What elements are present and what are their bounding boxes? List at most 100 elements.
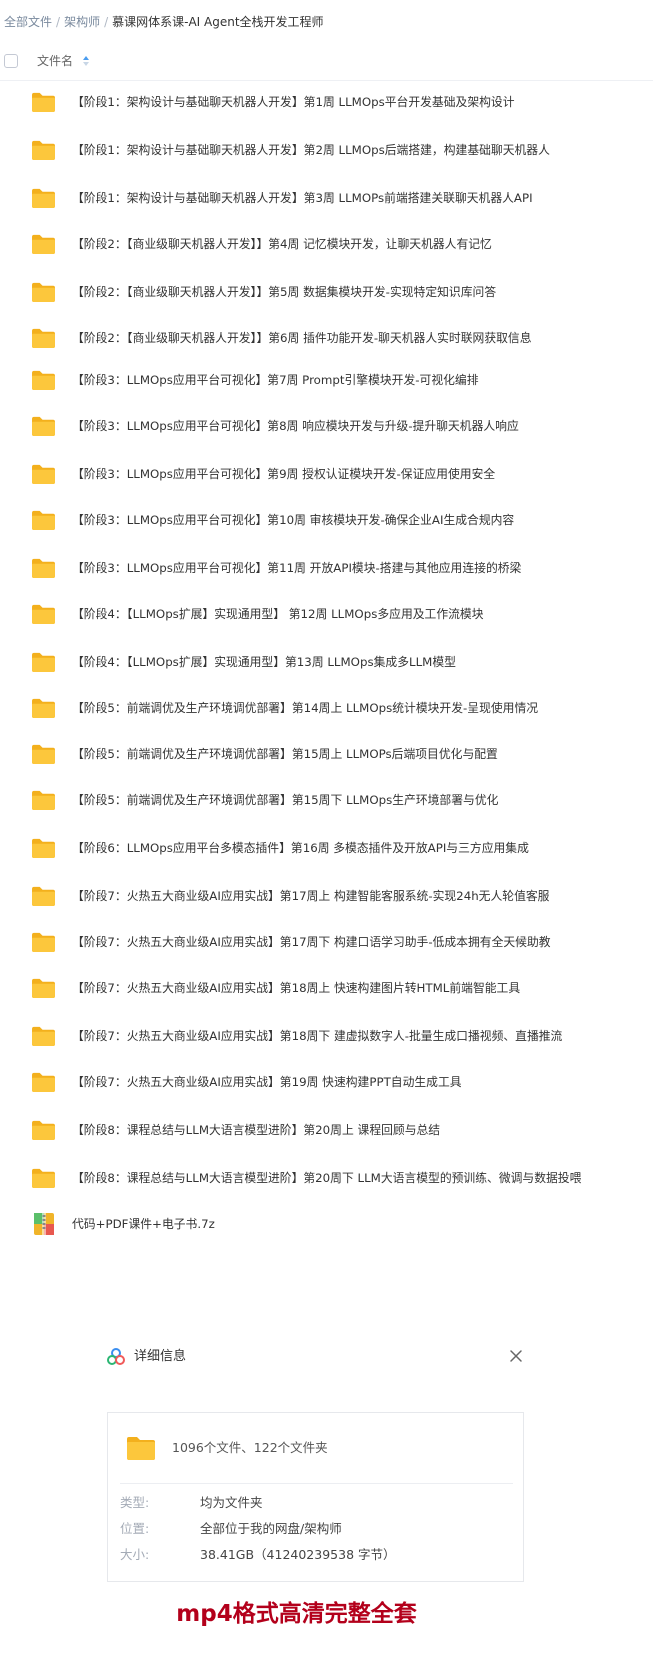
folder-row[interactable]: 【阶段2：【商业级聊天机器人开发】】第5周 数据集模块开发-实现特定知识库问答 bbox=[0, 274, 653, 310]
folder-name[interactable]: 【阶段2：【商业级聊天机器人开发】】第5周 数据集模块开发-实现特定知识库问答 bbox=[72, 283, 496, 301]
folder-row[interactable]: 【阶段7：火热五大商业级AI应用实战】第17周上 构建智能客服系统-实现24h无… bbox=[0, 878, 653, 914]
breadcrumb-separator: / bbox=[56, 15, 61, 29]
folder-icon bbox=[32, 604, 55, 625]
folder-name[interactable]: 【阶段2：【商业级聊天机器人开发】】第4周 记忆模块开发，让聊天机器人有记忆 bbox=[72, 235, 492, 253]
breadcrumb-current: 慕课网体系课-AI Agent全栈开发工程师 bbox=[112, 15, 324, 29]
folder-row[interactable]: 【阶段7：火热五大商业级AI应用实战】第17周下 构建口语学习助手-低成本拥有全… bbox=[0, 924, 653, 960]
folder-row[interactable]: 【阶段3：LLMOps应用平台可视化】第8周 响应模块开发与升级-提升聊天机器人… bbox=[0, 408, 653, 444]
folder-name[interactable]: 【阶段7：火热五大商业级AI应用实战】第18周下 建虚拟数字人-批量生成口播视频… bbox=[72, 1027, 562, 1045]
folder-name[interactable]: 【阶段4：【LLMOps扩展】实现通用型】 第12周 LLMOps多应用及工作流… bbox=[72, 605, 484, 623]
folder-icon bbox=[32, 1026, 55, 1047]
folder-name[interactable]: 【阶段7：火热五大商业级AI应用实战】第17周下 构建口语学习助手-低成本拥有全… bbox=[72, 933, 551, 951]
size-value: 38.41GB（41240239538 字节） bbox=[200, 1547, 396, 1562]
folder-name[interactable]: 【阶段5：前端调优及生产环境调优部署】第15周下 LLMOps生产环境部署与优化 bbox=[72, 791, 498, 809]
folder-row[interactable]: 【阶段3：LLMOps应用平台可视化】第7周 Prompt引擎模块开发-可视化编… bbox=[0, 362, 653, 398]
folder-name[interactable]: 【阶段5：前端调优及生产环境调优部署】第15周上 LLMOPs后端项目优化与配置 bbox=[72, 745, 498, 763]
column-header-filename[interactable]: 文件名 bbox=[37, 52, 73, 70]
folder-icon bbox=[32, 92, 55, 113]
folder-row[interactable]: 【阶段6：LLMOps应用平台多模态插件】第16周 多模态插件及开放API与三方… bbox=[0, 830, 653, 866]
size-label: 大小: bbox=[120, 1547, 150, 1562]
archive-file-icon bbox=[34, 1213, 54, 1235]
divider bbox=[120, 1483, 513, 1484]
details-summary: 1096个文件、122个文件夹 bbox=[172, 1440, 328, 1455]
folder-row[interactable]: 【阶段1：架构设计与基础聊天机器人开发】第2周 LLMOps后端搭建，构建基础聊… bbox=[0, 132, 653, 168]
details-title: 详细信息 bbox=[134, 1349, 187, 1364]
folder-icon bbox=[32, 140, 55, 161]
folder-icon bbox=[32, 744, 55, 765]
folder-icon bbox=[32, 282, 55, 303]
folder-row[interactable]: 【阶段8：课程总结与LLM大语言模型进阶】第20周下 LLM大语言模型的预训练、… bbox=[0, 1160, 653, 1196]
folder-icon bbox=[32, 652, 55, 673]
details-panel-header: 详细信息 bbox=[100, 1342, 530, 1372]
folder-row[interactable]: 【阶段2：【商业级聊天机器人开发】】第6周 插件功能开发-聊天机器人实时联网获取… bbox=[0, 320, 653, 356]
folder-row[interactable]: 【阶段4：【LLMOps扩展】实现通用型】 第12周 LLMOps多应用及工作流… bbox=[0, 596, 653, 632]
folder-icon bbox=[32, 978, 55, 999]
folder-row[interactable]: 【阶段4：【LLMOps扩展】实现通用型】第13周 LLMOps集成多LLM模型 bbox=[0, 644, 653, 680]
folder-icon bbox=[32, 464, 55, 485]
folder-name[interactable]: 【阶段2：【商业级聊天机器人开发】】第6周 插件功能开发-聊天机器人实时联网获取… bbox=[72, 329, 532, 347]
folder-name[interactable]: 【阶段8：课程总结与LLM大语言模型进阶】第20周下 LLM大语言模型的预训练、… bbox=[72, 1169, 581, 1187]
folder-row[interactable]: 【阶段2：【商业级聊天机器人开发】】第4周 记忆模块开发，让聊天机器人有记忆 bbox=[0, 226, 653, 262]
folder-icon bbox=[32, 1072, 55, 1093]
file-name[interactable]: 代码+PDF课件+电子书.7z bbox=[72, 1215, 215, 1233]
folder-row[interactable]: 【阶段7：火热五大商业级AI应用实战】第18周下 建虚拟数字人-批量生成口播视频… bbox=[0, 1018, 653, 1054]
breadcrumb: 全部文件 / 架构师 / 慕课网体系课-AI Agent全栈开发工程师 bbox=[4, 12, 324, 32]
folder-row[interactable]: 【阶段8：课程总结与LLM大语言模型进阶】第20周上 课程回顾与总结 bbox=[0, 1112, 653, 1148]
promo-caption: mp4格式高清完整全套 bbox=[176, 1601, 417, 1627]
folder-row[interactable]: 【阶段3：LLMOps应用平台可视化】第11周 开放API模块-搭建与其他应用连… bbox=[0, 550, 653, 586]
folder-name[interactable]: 【阶段8：课程总结与LLM大语言模型进阶】第20周上 课程回顾与总结 bbox=[72, 1121, 440, 1139]
file-row[interactable]: 代码+PDF课件+电子书.7z bbox=[0, 1206, 653, 1242]
folder-icon bbox=[32, 234, 55, 255]
folder-name[interactable]: 【阶段6：LLMOps应用平台多模态插件】第16周 多模态插件及开放API与三方… bbox=[72, 839, 529, 857]
type-label: 类型: bbox=[120, 1495, 150, 1510]
location-value: 全部位于我的网盘/架构师 bbox=[200, 1521, 342, 1536]
folder-icon bbox=[32, 698, 55, 719]
folder-icon bbox=[32, 1120, 55, 1141]
folder-icon bbox=[127, 1437, 155, 1460]
folder-name[interactable]: 【阶段3：LLMOps应用平台可视化】第11周 开放API模块-搭建与其他应用连… bbox=[72, 559, 521, 577]
folder-name[interactable]: 【阶段3：LLMOps应用平台可视化】第10周 审核模块开发-确保企业AI生成合… bbox=[72, 511, 514, 529]
folder-name[interactable]: 【阶段7：火热五大商业级AI应用实战】第18周上 快速构建图片转HTML前端智能… bbox=[72, 979, 520, 997]
breadcrumb-item-all-files[interactable]: 全部文件 bbox=[4, 15, 52, 29]
folder-icon bbox=[32, 838, 55, 859]
folder-row[interactable]: 【阶段3：LLMOps应用平台可视化】第9周 授权认证模块开发-保证应用使用安全 bbox=[0, 456, 653, 492]
folder-row[interactable]: 【阶段5：前端调优及生产环境调优部署】第15周下 LLMOps生产环境部署与优化 bbox=[0, 782, 653, 818]
folder-row[interactable]: 【阶段1：架构设计与基础聊天机器人开发】第3周 LLMOPs前端搭建关联聊天机器… bbox=[0, 180, 653, 216]
folder-name[interactable]: 【阶段7：火热五大商业级AI应用实战】第17周上 构建智能客服系统-实现24h无… bbox=[72, 887, 549, 905]
select-all-checkbox[interactable] bbox=[4, 54, 18, 68]
folder-icon bbox=[32, 188, 55, 209]
cloud-logo-icon bbox=[107, 1348, 125, 1365]
details-card: 1096个文件、122个文件夹 类型: 均为文件夹 位置: 全部位于我的网盘/架… bbox=[107, 1412, 524, 1582]
folder-row[interactable]: 【阶段5：前端调优及生产环境调优部署】第14周上 LLMOps统计模块开发-呈现… bbox=[0, 690, 653, 726]
folder-icon bbox=[32, 886, 55, 907]
folder-row[interactable]: 【阶段3：LLMOps应用平台可视化】第10周 审核模块开发-确保企业AI生成合… bbox=[0, 502, 653, 538]
folder-name[interactable]: 【阶段1：架构设计与基础聊天机器人开发】第1周 LLMOps平台开发基础及架构设… bbox=[72, 93, 515, 111]
sort-icon[interactable] bbox=[82, 53, 90, 69]
folder-row[interactable]: 【阶段5：前端调优及生产环境调优部署】第15周上 LLMOPs后端项目优化与配置 bbox=[0, 736, 653, 772]
folder-icon bbox=[32, 790, 55, 811]
type-value: 均为文件夹 bbox=[200, 1495, 263, 1510]
folder-name[interactable]: 【阶段7：火热五大商业级AI应用实战】第19周 快速构建PPT自动生成工具 bbox=[72, 1073, 462, 1091]
folder-name[interactable]: 【阶段3：LLMOps应用平台可视化】第8周 响应模块开发与升级-提升聊天机器人… bbox=[72, 417, 519, 435]
folder-name[interactable]: 【阶段5：前端调优及生产环境调优部署】第14周上 LLMOps统计模块开发-呈现… bbox=[72, 699, 538, 717]
folder-icon bbox=[32, 370, 55, 391]
location-label: 位置: bbox=[120, 1521, 150, 1536]
folder-icon bbox=[32, 1168, 55, 1189]
folder-row[interactable]: 【阶段7：火热五大商业级AI应用实战】第18周上 快速构建图片转HTML前端智能… bbox=[0, 970, 653, 1006]
folder-row[interactable]: 【阶段1：架构设计与基础聊天机器人开发】第1周 LLMOps平台开发基础及架构设… bbox=[0, 84, 653, 120]
breadcrumb-separator: / bbox=[104, 15, 109, 29]
breadcrumb-item-architect[interactable]: 架构师 bbox=[64, 15, 100, 29]
folder-row[interactable]: 【阶段7：火热五大商业级AI应用实战】第19周 快速构建PPT自动生成工具 bbox=[0, 1064, 653, 1100]
folder-name[interactable]: 【阶段1：架构设计与基础聊天机器人开发】第2周 LLMOps后端搭建，构建基础聊… bbox=[72, 141, 550, 159]
close-icon[interactable] bbox=[507, 1347, 525, 1365]
folder-icon bbox=[32, 416, 55, 437]
folder-icon bbox=[32, 328, 55, 349]
folder-name[interactable]: 【阶段3：LLMOps应用平台可视化】第7周 Prompt引擎模块开发-可视化编… bbox=[72, 371, 479, 389]
file-list-header: 文件名 bbox=[0, 48, 653, 81]
folder-icon bbox=[32, 558, 55, 579]
folder-name[interactable]: 【阶段3：LLMOps应用平台可视化】第9周 授权认证模块开发-保证应用使用安全 bbox=[72, 465, 495, 483]
folder-icon bbox=[32, 932, 55, 953]
folder-name[interactable]: 【阶段4：【LLMOps扩展】实现通用型】第13周 LLMOps集成多LLM模型 bbox=[72, 653, 456, 671]
folder-icon bbox=[32, 510, 55, 531]
folder-name[interactable]: 【阶段1：架构设计与基础聊天机器人开发】第3周 LLMOPs前端搭建关联聊天机器… bbox=[72, 189, 533, 207]
